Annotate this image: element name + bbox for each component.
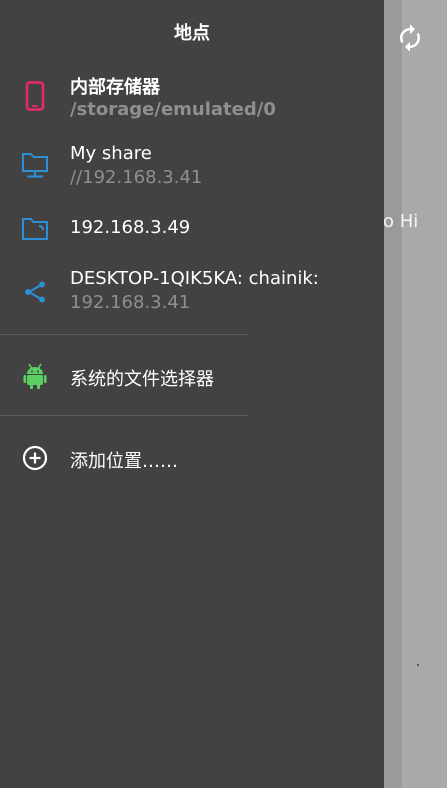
- location-name: My share: [70, 143, 152, 164]
- location-desktop[interactable]: DESKTOP-1QIK5KA: chainik: 192.168.3.41: [0, 262, 384, 316]
- location-path: /storage/emulated/0: [70, 99, 276, 120]
- background-panel: [402, 0, 447, 788]
- locations-drawer: 地点 内部存储器 /storage/emulated/0 My share //…: [0, 0, 384, 788]
- phone-icon: [20, 81, 50, 111]
- location-name: 内部存储器: [70, 77, 160, 98]
- system-picker-label: 系统的文件选择器: [70, 369, 214, 390]
- refresh-button[interactable]: [392, 20, 428, 56]
- location-path: 192.168.3.41: [70, 292, 191, 313]
- refresh-icon: [400, 24, 420, 52]
- location-server[interactable]: 192.168.3.49: [0, 210, 384, 250]
- background-dot: [417, 664, 419, 666]
- divider: [0, 334, 248, 335]
- folder-icon: [20, 214, 50, 244]
- background-text: o Hi: [383, 211, 419, 232]
- share-icon: [20, 277, 50, 307]
- location-name: 192.168.3.49: [70, 217, 191, 238]
- drawer-title: 地点: [174, 23, 210, 44]
- add-location-label: 添加位置……: [70, 451, 178, 472]
- location-name: DESKTOP-1QIK5KA: chainik:: [70, 268, 319, 289]
- location-path: //192.168.3.41: [70, 167, 203, 188]
- background-strip: [384, 0, 402, 788]
- android-icon: [20, 361, 50, 391]
- system-file-picker[interactable]: 系统的文件选择器: [0, 355, 384, 399]
- add-circle-icon: [20, 443, 50, 473]
- add-location-button[interactable]: 添加位置……: [0, 437, 384, 481]
- folder-network-icon: [20, 150, 50, 180]
- location-my-share[interactable]: My share //192.168.3.41: [0, 140, 384, 192]
- location-internal-storage[interactable]: 内部存储器 /storage/emulated/0: [0, 70, 384, 126]
- divider: [0, 415, 248, 416]
